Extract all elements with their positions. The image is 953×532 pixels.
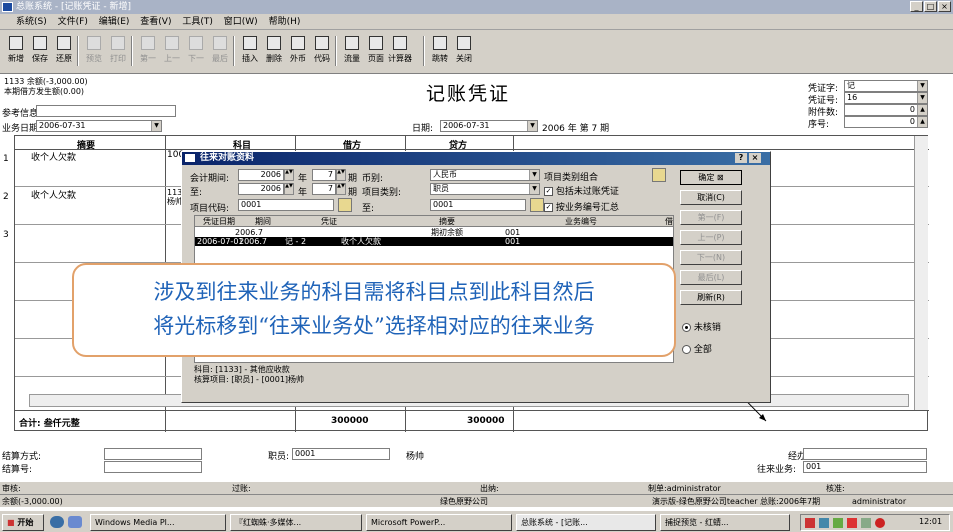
- period-from-input[interactable]: 7: [312, 169, 336, 181]
- tray-icon[interactable]: [819, 518, 829, 528]
- clock: 12:01: [919, 517, 943, 526]
- taskbar-item[interactable]: 『红蜘蛛·多媒体...: [230, 514, 362, 531]
- statusbar-bottom: 余额(-3,000.00) 绿色原野公司 演示版-绿色原野公司teacher 总…: [0, 494, 953, 507]
- tray-icon[interactable]: [805, 518, 815, 528]
- tray-icon[interactable]: [875, 518, 885, 528]
- taskbar: ■ 开始 Windows Media Pl... 『红蜘蛛·多媒体... Mic…: [0, 510, 953, 532]
- item-code-label: 项目代码:: [190, 204, 230, 214]
- windows-logo-icon: ■: [7, 518, 15, 527]
- spinner-icon[interactable]: ▲▼: [284, 183, 294, 195]
- tray-icon[interactable]: [847, 518, 857, 528]
- spinner-icon[interactable]: ▲▼: [336, 169, 346, 181]
- cancel-button[interactable]: 取消(C): [680, 190, 742, 205]
- year-from-input[interactable]: 2006: [238, 169, 284, 181]
- item-code-to-input[interactable]: 0001: [430, 199, 526, 211]
- radio-icon[interactable]: [682, 345, 691, 354]
- table-row[interactable]: 2006.7 期初余额 001: [195, 228, 673, 237]
- radio-all[interactable]: 全部: [682, 342, 712, 355]
- tray-icon[interactable]: [833, 518, 843, 528]
- next-button[interactable]: 下一(N): [680, 250, 742, 265]
- folder-icon[interactable]: [338, 198, 352, 212]
- item-code-from-input[interactable]: 0001: [238, 199, 334, 211]
- chevron-down-icon[interactable]: ▼: [529, 184, 539, 194]
- ok-button[interactable]: 确定 ⊠: [680, 170, 742, 185]
- taskbar-item[interactable]: Windows Media Pl...: [90, 514, 226, 531]
- prev-button[interactable]: 上一(P): [680, 230, 742, 245]
- opt-include-checkbox[interactable]: ✓ 包括未过账凭证: [544, 184, 619, 197]
- dialog-titlebar: 往来对账资料 ? ×: [182, 152, 770, 165]
- dialog-title: 往来对账资料: [200, 153, 255, 163]
- period-label: 会计期间:: [190, 174, 230, 184]
- table-row-selected[interactable]: 2006-07-01 2006.7 记 - 2 收个人欠款 001: [195, 237, 673, 246]
- tray-icon[interactable]: [861, 518, 871, 528]
- opt-combo[interactable]: 项目类别组合: [544, 170, 598, 183]
- radio-icon[interactable]: [682, 323, 691, 332]
- system-tray: 12:01: [800, 514, 950, 531]
- instruction-callout: 涉及到往来业务的科目需将科目点到此科目然后 将光标移到“往来业务处”选择相对应的…: [72, 263, 676, 357]
- currency-select[interactable]: 人民币 ▼: [430, 169, 540, 181]
- opt-summary-checkbox[interactable]: ✓ 按业务编号汇总: [544, 200, 619, 213]
- callout-line-1: 涉及到往来业务的科目需将科目点到此科目然后: [153, 280, 595, 304]
- ie-icon[interactable]: [50, 516, 64, 528]
- chevron-down-icon[interactable]: ▼: [529, 170, 539, 180]
- help-button[interactable]: ?: [735, 153, 747, 163]
- period-to-input[interactable]: 7: [312, 183, 336, 195]
- reconcile-grid-header: 凭证日期 期间 凭证 摘要 业务编号 借: [195, 216, 673, 227]
- checkbox-icon[interactable]: ✓: [544, 187, 553, 196]
- start-button[interactable]: ■ 开始: [2, 514, 44, 531]
- taskbar-item[interactable]: 捕捉预览 - 红蜻...: [660, 514, 790, 531]
- to-label: 至:: [190, 188, 203, 198]
- first-button[interactable]: 第一(F): [680, 210, 742, 225]
- folder-icon[interactable]: [530, 198, 544, 212]
- radio-unsettled[interactable]: 未核销: [682, 320, 721, 333]
- spinner-icon[interactable]: ▲▼: [284, 169, 294, 181]
- currency-label: 币别:: [362, 174, 384, 184]
- statusbar-top: 审核: 过账: 出纳: 制单:administrator 核准:: [0, 481, 953, 494]
- to-label-2: 至:: [362, 204, 375, 214]
- desktop-icon[interactable]: [68, 516, 82, 528]
- last-button[interactable]: 最后(L): [680, 270, 742, 285]
- checkbox-icon[interactable]: ✓: [544, 203, 553, 212]
- calc-item-info: 核算项目: [职员] - [0001]杨帅: [194, 375, 305, 384]
- item-type-label: 项目类别:: [362, 188, 402, 198]
- taskbar-item[interactable]: Microsoft PowerP...: [366, 514, 512, 531]
- item-type-select[interactable]: 职员 ▼: [430, 183, 540, 195]
- dialog-close-button[interactable]: ×: [749, 153, 761, 163]
- spinner-icon[interactable]: ▲▼: [336, 183, 346, 195]
- year-to-input[interactable]: 2006: [238, 183, 284, 195]
- folder-icon[interactable]: [652, 168, 666, 182]
- taskbar-item-active[interactable]: 总账系统 - [记账...: [516, 514, 656, 531]
- refresh-button[interactable]: 刷新(R): [680, 290, 742, 305]
- callout-line-2: 将光标移到“往来业务处”选择相对应的往来业务: [153, 314, 595, 338]
